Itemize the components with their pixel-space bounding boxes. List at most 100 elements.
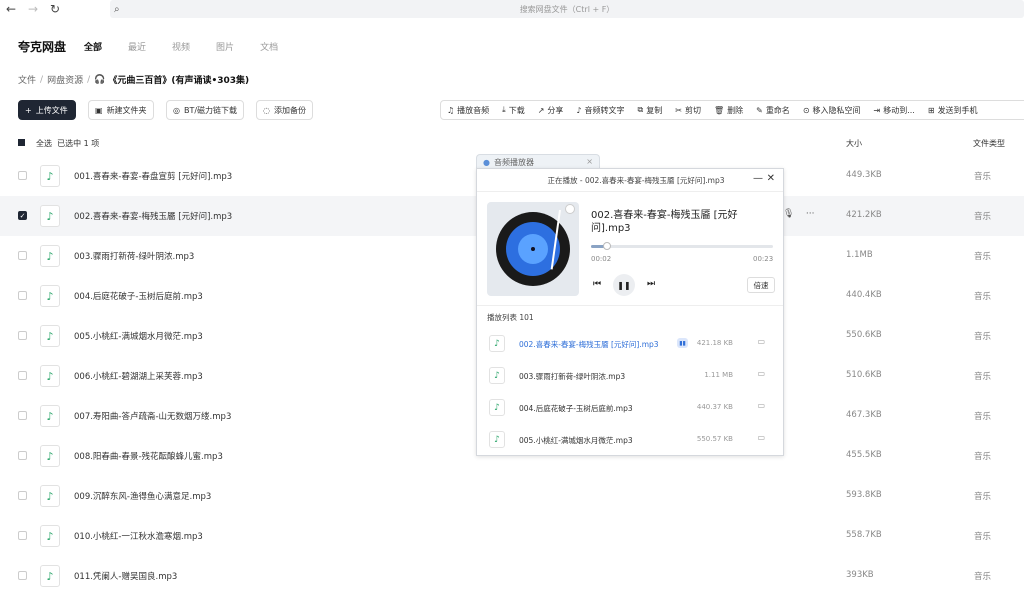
playlist-item[interactable]: ♪ 003.骤雨打新荷-绿叶阴浓.mp3 1.11 MB ▭ bbox=[477, 359, 783, 391]
file-name[interactable]: 011.凭阑人-赠吴国良.mp3 bbox=[74, 570, 177, 582]
row-checkbox[interactable] bbox=[18, 251, 27, 260]
player-title: 正在播放 - 002.喜春来-春宴-梅残玉靥 [元好问].mp3 bbox=[547, 176, 725, 185]
action-send-to-phone-button[interactable]: ⊞ 发送到手机 bbox=[928, 105, 978, 116]
file-size: 1.1MB bbox=[846, 250, 873, 260]
file-name[interactable]: 010.小桃红-一江秋水澹寒烟.mp3 bbox=[74, 530, 203, 542]
row-checkbox[interactable] bbox=[18, 531, 27, 540]
file-name[interactable]: 008.阳春曲-春景-残花酝酿蜂儿蜜.mp3 bbox=[74, 450, 223, 462]
music-file-icon: ♪ bbox=[40, 405, 60, 427]
file-size: 421.2KB bbox=[846, 210, 882, 220]
tab-2[interactable]: 视频 bbox=[172, 40, 190, 53]
file-name[interactable]: 004.后庭花破子-玉树后庭前.mp3 bbox=[74, 290, 203, 302]
row-checkbox[interactable] bbox=[18, 331, 27, 340]
tab-0[interactable]: 全部 bbox=[84, 40, 102, 53]
action-share-button[interactable]: ↗ 分享 bbox=[538, 105, 564, 116]
file-row[interactable]: ♪ 011.凭阑人-赠吴国良.mp3 393KB 音乐 bbox=[0, 556, 1024, 596]
time-total: 00:23 bbox=[753, 255, 774, 263]
action-move-button[interactable]: ⇥ 移动到... bbox=[874, 105, 915, 116]
file-name[interactable]: 005.小桃红-满城烟水月微茫.mp3 bbox=[74, 330, 203, 342]
file-row[interactable]: ♪ 009.沉醉东风-渔得鱼心满意足.mp3 593.8KB 音乐 bbox=[0, 476, 1024, 516]
open-folder-icon[interactable]: ▭ bbox=[757, 337, 765, 346]
playlist-item[interactable]: ♪ 002.喜春来-春宴-梅残玉靥 [元好问].mp3 ▮▮ 421.18 KB ▭ bbox=[477, 327, 783, 359]
file-row[interactable]: ♪ 010.小桃红-一江秋水澹寒烟.mp3 558.7KB 音乐 bbox=[0, 516, 1024, 556]
action-delete-button[interactable]: 🗑 删除 bbox=[714, 105, 743, 116]
music-file-icon: ♪ bbox=[40, 205, 60, 227]
select-all-checkbox[interactable] bbox=[18, 139, 25, 146]
progress-knob[interactable] bbox=[603, 242, 612, 250]
forward-arrow-icon[interactable]: → bbox=[22, 0, 44, 18]
playlist-item-name: 005.小桃红-满城烟水月微茫.mp3 bbox=[519, 436, 633, 445]
previous-track-icon[interactable]: ⏮ bbox=[593, 279, 601, 289]
speed-button[interactable]: 倍速 bbox=[747, 277, 775, 293]
action-copy-button[interactable]: ⧉ 复制 bbox=[638, 105, 663, 116]
file-name[interactable]: 007.寿阳曲-答卢疏斋-山无数烟万缕.mp3 bbox=[74, 410, 231, 422]
file-name[interactable]: 003.骤雨打新荷-绿叶阴浓.mp3 bbox=[74, 250, 194, 262]
open-folder-icon[interactable]: ▭ bbox=[757, 369, 765, 378]
action-audio-to-text-button[interactable]: ♪ 音频转文字 bbox=[576, 105, 624, 116]
file-name[interactable]: 002.喜春来-春宴-梅残玉靥 [元好问].mp3 bbox=[74, 210, 232, 222]
file-size: 455.5KB bbox=[846, 450, 882, 460]
breadcrumb-item-resources[interactable]: 网盘资源 bbox=[47, 73, 83, 86]
file-size: 510.6KB bbox=[846, 370, 882, 380]
download-icon: ⤓ bbox=[502, 105, 506, 114]
new-folder-icon: ▣ bbox=[95, 105, 103, 115]
file-size: 440.4KB bbox=[846, 290, 882, 300]
open-folder-icon[interactable]: ▭ bbox=[757, 401, 765, 410]
file-name[interactable]: 006.小桃红-碧湖湖上采芙蓉.mp3 bbox=[74, 370, 203, 382]
tab-3[interactable]: 图片 bbox=[216, 40, 234, 53]
row-checkbox[interactable] bbox=[18, 371, 27, 380]
music-file-icon: ♪ bbox=[40, 325, 60, 347]
file-type: 音乐 bbox=[974, 532, 992, 542]
action-headphones-button[interactable]: ♫ 播放音频 bbox=[447, 105, 489, 116]
close-tab-icon[interactable]: × bbox=[586, 157, 593, 166]
music-file-icon: ♪ bbox=[489, 399, 505, 416]
action-cut-button[interactable]: ✂ 剪切 bbox=[675, 105, 701, 116]
row-checkbox[interactable] bbox=[18, 411, 27, 420]
action-download-button[interactable]: ⤓ 下载 bbox=[502, 105, 525, 116]
bt-download-button[interactable]: ◎ BT/磁力链下载 bbox=[166, 100, 245, 120]
breadcrumb: 文件 / 网盘资源 / 🎧 《元曲三百首》(有声诵读•303集) bbox=[18, 73, 250, 87]
refresh-icon[interactable]: ↻ bbox=[44, 0, 66, 18]
minimize-icon[interactable]: — bbox=[753, 173, 763, 184]
now-playing-icon: ▮▮ bbox=[677, 338, 688, 348]
player-tab[interactable]: ● 音频播放器 × bbox=[476, 154, 600, 169]
row-checkbox[interactable] bbox=[18, 171, 27, 180]
row-checkbox[interactable]: ✓ bbox=[18, 211, 27, 220]
headphones-icon: 🎧 bbox=[94, 74, 106, 85]
playlist-item-size: 440.37 KB bbox=[696, 403, 733, 411]
add-backup-button[interactable]: ◌ 添加备份 bbox=[256, 100, 313, 120]
column-header-type[interactable]: 文件类型 bbox=[973, 138, 1005, 149]
music-file-icon: ♪ bbox=[40, 525, 60, 547]
playlist-item[interactable]: ♪ 004.后庭花破子-玉树后庭前.mp3 440.37 KB ▭ bbox=[477, 391, 783, 423]
column-header-size[interactable]: 大小 bbox=[846, 138, 862, 149]
action-private-space-button[interactable]: ⊙ 移入隐私空间 bbox=[803, 105, 861, 116]
row-more-icon[interactable]: 🎙 ··· bbox=[783, 209, 814, 219]
upload-button[interactable]: + 上传文件 bbox=[18, 100, 76, 120]
row-checkbox[interactable] bbox=[18, 451, 27, 460]
close-icon[interactable]: ✕ bbox=[767, 173, 775, 184]
action-rename-button[interactable]: ✎ 重命名 bbox=[756, 105, 790, 116]
open-folder-icon[interactable]: ▭ bbox=[757, 433, 765, 442]
new-folder-button[interactable]: ▣ 新建文件夹 bbox=[88, 100, 154, 120]
file-name[interactable]: 001.喜春来-春宴-春盘宣剪 [元好问].mp3 bbox=[74, 170, 232, 182]
music-file-icon: ♪ bbox=[489, 367, 505, 384]
back-arrow-icon[interactable]: ← bbox=[0, 0, 22, 18]
pause-button[interactable]: ❚❚ bbox=[613, 274, 635, 296]
cut-icon: ✂ bbox=[675, 105, 682, 115]
next-track-icon[interactable]: ⏭ bbox=[647, 279, 655, 289]
row-checkbox[interactable] bbox=[18, 571, 27, 580]
progress-bar[interactable] bbox=[591, 242, 773, 250]
row-checkbox[interactable] bbox=[18, 291, 27, 300]
breadcrumb-item-files[interactable]: 文件 bbox=[18, 73, 36, 86]
tab-1[interactable]: 最近 bbox=[128, 40, 146, 53]
playlist-item-name: 002.喜春来-春宴-梅残玉靥 [元好问].mp3 bbox=[519, 340, 659, 349]
playlist-item[interactable]: ♪ 005.小桃红-满城烟水月微茫.mp3 550.57 KB ▭ bbox=[477, 423, 783, 455]
search-input[interactable]: ⌕ 搜索网盘文件（Ctrl + F） bbox=[110, 0, 1024, 18]
row-checkbox[interactable] bbox=[18, 491, 27, 500]
rename-icon: ✎ bbox=[756, 105, 763, 115]
category-tabs: 全部 最近 视频 图片 文档 bbox=[84, 40, 304, 53]
select-all-label[interactable]: 全选 bbox=[36, 139, 52, 148]
tab-4[interactable]: 文档 bbox=[260, 40, 278, 53]
file-name[interactable]: 009.沉醉东风-渔得鱼心满意足.mp3 bbox=[74, 490, 211, 502]
file-type: 音乐 bbox=[974, 172, 992, 182]
